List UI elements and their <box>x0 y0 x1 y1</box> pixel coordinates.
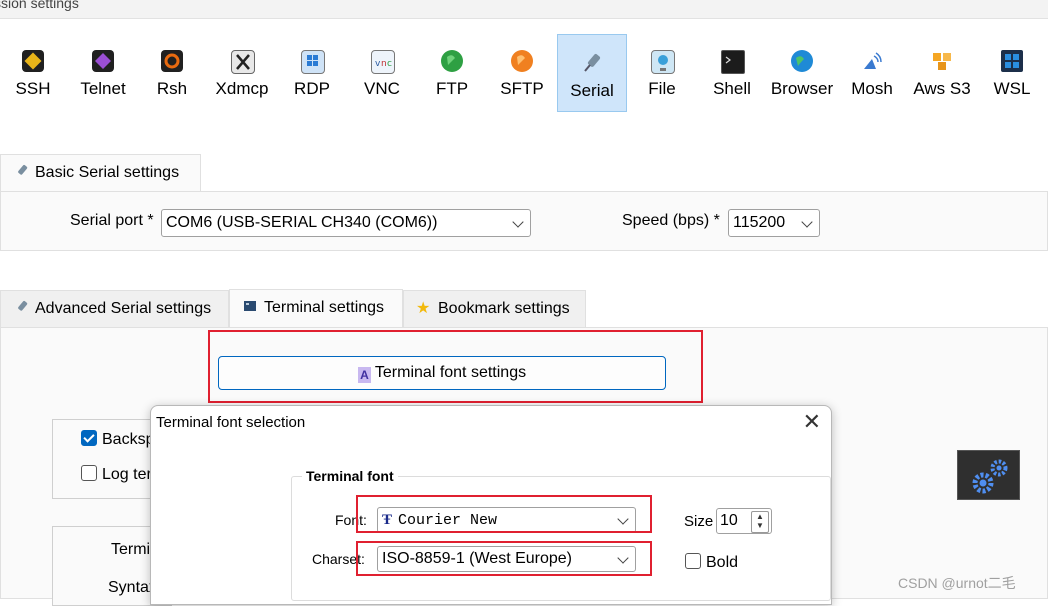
wsl-windows-icon <box>1001 50 1023 72</box>
session-ftp-button[interactable]: FTP <box>417 34 487 112</box>
ssh-key-icon <box>22 50 44 72</box>
mosh-antenna-icon <box>861 50 883 72</box>
browser-globe-icon <box>791 50 813 72</box>
session-sftp-button[interactable]: SFTP <box>487 34 557 112</box>
chevron-down-icon <box>512 216 524 228</box>
sftp-globe-icon <box>511 50 533 72</box>
font-size-spinner[interactable]: 10 ▲ ▼ <box>716 508 772 534</box>
highlight-charset-select <box>356 541 652 576</box>
session-aws-s3-button[interactable]: Aws S3 <box>907 34 977 112</box>
serial-port-label: Serial port * <box>70 212 154 229</box>
terminal-type-label: Termi <box>111 541 151 558</box>
checkbox-checked-icon <box>81 430 97 446</box>
session-shell-button[interactable]: Shell <box>697 34 767 112</box>
tab-basic-serial-settings[interactable]: Basic Serial settings <box>0 154 201 192</box>
session-rdp-button[interactable]: RDP <box>277 34 347 112</box>
speed-select[interactable]: 115200 <box>728 209 820 237</box>
session-vnc-button[interactable]: vnc VNC <box>347 34 417 112</box>
log-terminal-checkbox[interactable]: Log ter <box>81 465 152 484</box>
serial-port-select[interactable]: COM6 (USB-SERIAL CH340 (COM6)) <box>161 209 531 237</box>
window-title: ssion settings <box>0 0 79 11</box>
serial-plug-icon <box>13 293 29 311</box>
session-mosh-button[interactable]: Mosh <box>837 34 907 112</box>
svg-text:c: c <box>387 59 392 69</box>
size-value: 10 <box>720 512 738 529</box>
backspace-checkbox[interactable]: Backsp <box>81 430 154 449</box>
session-type-bar: SSH Telnet Rsh Xdmcp RDP vnc VNC FTP SFT… <box>0 34 1048 116</box>
session-browser-button[interactable]: Browser <box>767 34 837 112</box>
bold-checkbox[interactable]: Bold <box>685 553 738 572</box>
spinner-arrows-icon[interactable]: ▲ ▼ <box>751 511 769 533</box>
aws-s3-icon <box>931 50 953 72</box>
tab-label: Basic Serial settings <box>35 164 180 181</box>
terminal-icon <box>242 292 258 311</box>
size-label: Size <box>684 513 714 530</box>
log-label: Log ter <box>102 466 152 483</box>
shell-terminal-icon <box>721 50 745 74</box>
tab-label: Terminal settings <box>264 299 385 316</box>
tab-terminal-settings[interactable]: Terminal settings <box>229 289 403 328</box>
tab-advanced-serial-settings[interactable]: Advanced Serial settings <box>0 290 229 328</box>
rdp-icon <box>301 50 325 74</box>
rsh-icon <box>161 50 183 72</box>
file-monitor-icon <box>651 50 675 74</box>
serial-port-value: COM6 (USB-SERIAL CH340 (COM6)) <box>166 214 438 231</box>
checkbox-unchecked-icon <box>685 553 701 569</box>
session-wsl-button[interactable]: WSL <box>977 34 1047 112</box>
session-telnet-button[interactable]: Telnet <box>68 34 138 112</box>
settings-gear-button[interactable] <box>957 450 1020 500</box>
session-ssh-button[interactable]: SSH <box>0 34 68 112</box>
dialog-title: Terminal font selection <box>156 414 306 431</box>
session-file-button[interactable]: File <box>627 34 697 112</box>
serial-plug-icon <box>581 51 603 73</box>
watermark-text: CSDN @urnot二毛 <box>898 575 1016 591</box>
session-rsh-button[interactable]: Rsh <box>137 34 207 112</box>
basic-settings-panel: Serial port * COM6 (USB-SERIAL CH340 (CO… <box>0 191 1048 251</box>
speed-label: Speed (bps) * <box>622 212 720 229</box>
highlight-font-button <box>208 330 703 403</box>
serial-plug-icon <box>13 157 29 175</box>
ftp-globe-icon <box>441 50 463 72</box>
gear-icon <box>972 459 1008 494</box>
speed-value: 115200 <box>733 214 786 231</box>
svg-text:n: n <box>381 59 387 69</box>
telnet-icon <box>92 50 114 72</box>
close-icon[interactable]: ✕ <box>803 411 821 433</box>
tab-label: Advanced Serial settings <box>35 300 212 317</box>
star-icon: ★ <box>416 300 431 317</box>
tab-label: Bookmark settings <box>438 300 570 317</box>
bold-label: Bold <box>706 554 739 571</box>
checkbox-unchecked-icon <box>81 465 97 481</box>
group-title: Terminal font <box>302 468 398 484</box>
session-xdmcp-button[interactable]: Xdmcp <box>207 34 277 112</box>
window-title-bar: ssion settings <box>0 0 1048 19</box>
highlight-font-select <box>356 495 652 533</box>
backspace-label: Backsp <box>102 431 155 448</box>
xdmcp-icon <box>231 50 255 74</box>
tab-bookmark-settings[interactable]: ★ Bookmark settings <box>403 290 586 328</box>
chevron-down-icon <box>801 216 813 228</box>
session-serial-button[interactable]: Serial <box>557 34 627 112</box>
vnc-icon: vnc <box>371 50 395 74</box>
